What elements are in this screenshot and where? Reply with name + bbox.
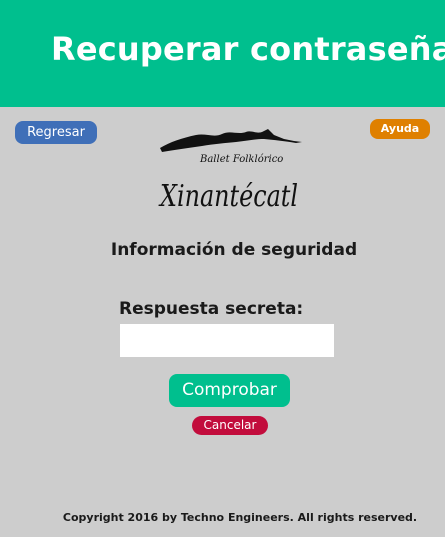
logo: Ballet Folklórico Xinantécatl	[156, 126, 306, 216]
cancel-button[interactable]: Cancelar	[192, 416, 268, 435]
verify-button[interactable]: Comprobar	[169, 374, 290, 407]
footer-copyright: Copyright 2016 by Techno Engineers. All …	[62, 511, 418, 524]
logo-name: Xinantécatl	[158, 179, 298, 214]
header-bar: Recuperar contraseña	[0, 0, 445, 107]
help-button[interactable]: Ayuda	[370, 119, 430, 139]
logo-subtitle: Ballet Folklórico	[199, 154, 283, 165]
logo-mountain	[160, 129, 302, 152]
secret-answer-label: Respuesta secreta:	[119, 299, 304, 319]
page-title: Recuperar contraseña	[51, 30, 445, 68]
secret-answer-input[interactable]	[120, 324, 334, 357]
section-title: Información de seguridad	[110, 240, 358, 260]
back-button[interactable]: Regresar	[15, 121, 97, 144]
